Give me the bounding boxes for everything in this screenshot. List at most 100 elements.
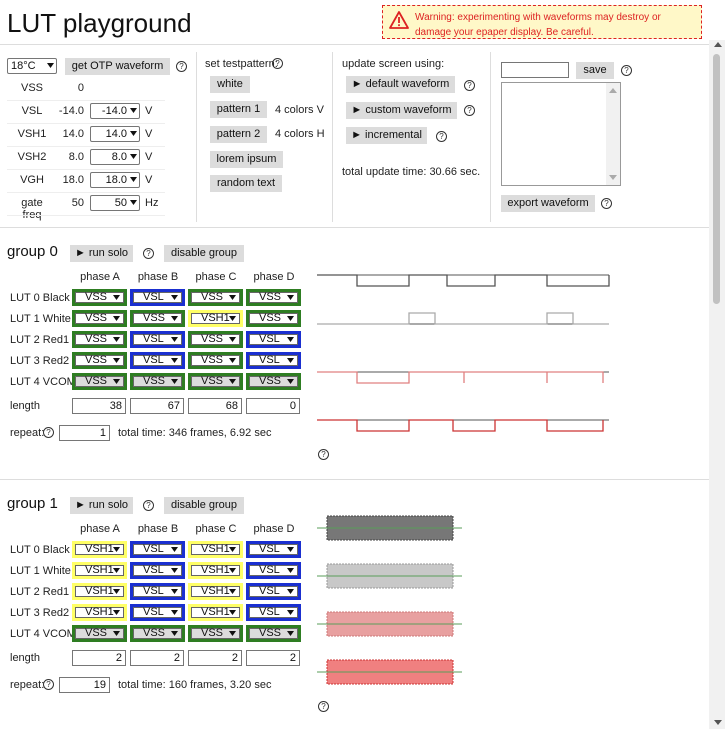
phase-length-input[interactable]: 2 bbox=[72, 650, 126, 666]
lut-voltage-select[interactable]: VSH1 bbox=[72, 583, 127, 600]
otp-row-divider bbox=[7, 215, 165, 216]
otp-unit: V bbox=[145, 128, 153, 140]
pattern-white-button[interactable]: white bbox=[210, 76, 250, 93]
lut-voltage-select[interactable]: VSH1 bbox=[188, 310, 243, 327]
custom-waveform-button[interactable]: ► custom waveform bbox=[346, 102, 457, 119]
page-scrollbar[interactable] bbox=[709, 40, 725, 729]
lut-voltage-select[interactable]: VSL bbox=[130, 562, 185, 579]
otp-voltage-select[interactable]: 8.0 bbox=[90, 149, 140, 165]
lut-voltage-select[interactable]: VSS bbox=[130, 310, 185, 327]
lut-voltage-select[interactable]: VSS bbox=[188, 373, 243, 390]
lut-voltage-select[interactable]: VSH1 bbox=[188, 541, 243, 558]
phase-length-input[interactable]: 68 bbox=[188, 398, 242, 414]
lut-voltage-select[interactable]: VSS bbox=[130, 373, 185, 390]
phase-length-input[interactable]: 38 bbox=[72, 398, 126, 414]
get-otp-waveform-button[interactable]: get OTP waveform bbox=[65, 58, 170, 75]
repeat-input[interactable]: 1 bbox=[59, 425, 110, 441]
lut-voltage-select[interactable]: VSL bbox=[246, 583, 301, 600]
waveform-textarea[interactable] bbox=[501, 82, 621, 186]
run-solo-button[interactable]: ► run solo bbox=[70, 245, 133, 262]
lut-voltage-select[interactable]: VSL bbox=[130, 331, 185, 348]
lut-row-label: LUT 4 VCOM bbox=[10, 376, 76, 388]
help-icon[interactable]: ? bbox=[143, 248, 154, 259]
help-icon[interactable]: ? bbox=[176, 61, 187, 72]
incremental-button[interactable]: ► incremental bbox=[346, 127, 427, 144]
default-waveform-button[interactable]: ► default waveform bbox=[346, 76, 455, 93]
run-solo-button[interactable]: ► run solo bbox=[70, 497, 133, 514]
save-button[interactable]: save bbox=[576, 62, 614, 79]
repeat-input[interactable]: 19 bbox=[59, 677, 110, 693]
help-icon[interactable]: ? bbox=[272, 58, 283, 69]
phase-length-input[interactable]: 67 bbox=[130, 398, 184, 414]
lut-voltage-select[interactable]: VSS bbox=[72, 310, 127, 327]
lut-voltage-select[interactable]: VSL bbox=[246, 604, 301, 621]
otp-voltage-select[interactable]: 14.0 bbox=[90, 126, 140, 142]
lut-voltage-select[interactable]: VSL bbox=[246, 352, 301, 369]
scroll-down-icon[interactable] bbox=[714, 720, 722, 725]
help-icon[interactable]: ? bbox=[464, 105, 475, 116]
lut-voltage-select[interactable]: VSS bbox=[72, 331, 127, 348]
phase-header: phase B bbox=[137, 271, 179, 283]
lut-voltage-select[interactable]: VSS bbox=[246, 625, 301, 642]
lut-row-label: LUT 1 White bbox=[10, 313, 71, 325]
phase-length-input[interactable]: 2 bbox=[188, 650, 242, 666]
help-icon[interactable]: ? bbox=[43, 427, 54, 438]
help-icon[interactable]: ? bbox=[143, 500, 154, 511]
phase-length-input[interactable]: 0 bbox=[246, 398, 300, 414]
lorem-ipsum-button[interactable]: lorem ipsum bbox=[210, 151, 283, 168]
temperature-select[interactable]: 18°C bbox=[7, 58, 57, 74]
otp-voltage-select[interactable]: 50 bbox=[90, 195, 140, 211]
scroll-down-icon[interactable] bbox=[609, 175, 617, 180]
phase-length-input[interactable]: 2 bbox=[246, 650, 300, 666]
lut-voltage-select[interactable]: VSH1 bbox=[72, 604, 127, 621]
random-text-button[interactable]: random text bbox=[210, 175, 282, 192]
lut-voltage-select[interactable]: VSS bbox=[246, 310, 301, 327]
lut-voltage-select[interactable]: VSH1 bbox=[188, 604, 243, 621]
lut-voltage-select[interactable]: VSS bbox=[246, 373, 301, 390]
lut-voltage-select[interactable]: VSS bbox=[72, 352, 127, 369]
otp-row-divider bbox=[7, 146, 165, 147]
help-icon[interactable]: ? bbox=[601, 198, 612, 209]
textarea-scrollbar[interactable] bbox=[606, 83, 620, 185]
lut-voltage-select[interactable]: VSS bbox=[188, 289, 243, 306]
lut-voltage-select[interactable]: VSS bbox=[72, 373, 127, 390]
lut-voltage-select[interactable]: VSL bbox=[130, 583, 185, 600]
lut-voltage-select[interactable]: VSL bbox=[246, 331, 301, 348]
export-waveform-button[interactable]: export waveform bbox=[501, 195, 595, 212]
disable-group-button[interactable]: disable group bbox=[164, 245, 244, 262]
chevron-down-icon bbox=[229, 358, 236, 363]
help-icon[interactable]: ? bbox=[621, 65, 632, 76]
lut-voltage-select[interactable]: VSH1 bbox=[188, 562, 243, 579]
pattern-1-button[interactable]: pattern 1 bbox=[210, 101, 267, 118]
lut-voltage-select[interactable]: VSS bbox=[72, 289, 127, 306]
otp-voltage-select[interactable]: -14.0 bbox=[90, 103, 140, 119]
lut-voltage-select[interactable]: VSL bbox=[130, 352, 185, 369]
lut-voltage-select[interactable]: VSL bbox=[130, 541, 185, 558]
help-icon[interactable]: ? bbox=[436, 131, 447, 142]
lut-voltage-select[interactable]: VSS bbox=[72, 625, 127, 642]
lut-voltage-select[interactable]: VSH1 bbox=[72, 541, 127, 558]
scrollbar-thumb[interactable] bbox=[713, 54, 720, 304]
scroll-up-icon[interactable] bbox=[609, 88, 617, 93]
lut-voltage-select[interactable]: VSS bbox=[188, 331, 243, 348]
lut-voltage-select[interactable]: VSS bbox=[246, 289, 301, 306]
lut-voltage-select[interactable]: VSH1 bbox=[188, 583, 243, 600]
phase-length-input[interactable]: 2 bbox=[130, 650, 184, 666]
help-icon[interactable]: ? bbox=[318, 449, 329, 460]
lut-voltage-select[interactable]: VSS bbox=[188, 625, 243, 642]
lut-voltage-select[interactable]: VSL bbox=[130, 604, 185, 621]
lut-voltage-select[interactable]: VSS bbox=[188, 352, 243, 369]
waveform-name-input[interactable] bbox=[501, 62, 569, 78]
lut-voltage-select[interactable]: VSS bbox=[130, 625, 185, 642]
disable-group-button[interactable]: disable group bbox=[164, 497, 244, 514]
help-icon[interactable]: ? bbox=[464, 80, 475, 91]
help-icon[interactable]: ? bbox=[318, 701, 329, 712]
pattern-2-button[interactable]: pattern 2 bbox=[210, 126, 267, 143]
lut-voltage-select[interactable]: VSL bbox=[246, 541, 301, 558]
scroll-up-icon[interactable] bbox=[714, 42, 722, 47]
lut-voltage-select[interactable]: VSL bbox=[246, 562, 301, 579]
otp-voltage-select[interactable]: 18.0 bbox=[90, 172, 140, 188]
lut-voltage-select[interactable]: VSH1 bbox=[72, 562, 127, 579]
help-icon[interactable]: ? bbox=[43, 679, 54, 690]
lut-voltage-select[interactable]: VSL bbox=[130, 289, 185, 306]
